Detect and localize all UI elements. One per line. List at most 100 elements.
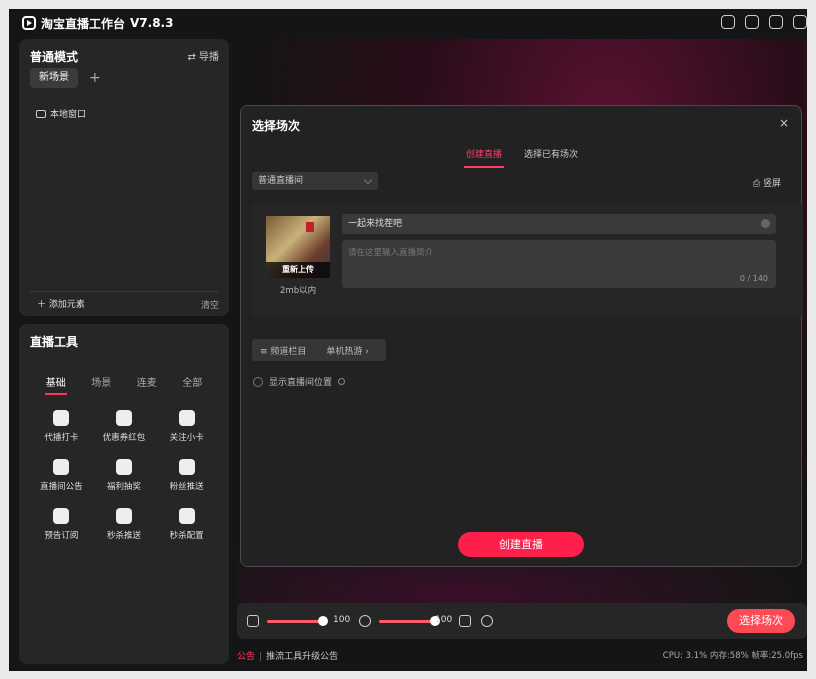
app-version: V7.8.3 — [130, 16, 174, 30]
more-icon[interactable] — [793, 15, 807, 29]
notice-text[interactable]: 推流工具升级公告 — [266, 652, 338, 662]
tool-grid: 代播打卡 优惠券红包 关注小卡 直播间公告 福利抽奖 粉丝推送 预告订阅 秒杀推… — [30, 410, 218, 541]
tools-panel: 直播工具 基础 场景 连麦 全部 代播打卡 优惠券红包 关注小卡 直播间公告 福… — [19, 324, 229, 664]
cover-image[interactable]: 重新上传 — [266, 216, 330, 278]
intro-char-count: 0 / 140 — [739, 274, 768, 283]
tool-checkin[interactable]: 代播打卡 — [30, 410, 93, 443]
speaker-icon[interactable] — [247, 615, 259, 627]
notice-bar[interactable]: 公告 | 推流工具升级公告 — [237, 649, 338, 662]
guide-label: 导播 — [199, 52, 219, 63]
mic-volume-slider[interactable] — [379, 620, 435, 623]
tab-scene[interactable]: 场景 — [91, 374, 111, 395]
tab-select-existing[interactable]: 选择已有场次 — [524, 147, 578, 168]
scene-tab-new[interactable]: 新场景 — [30, 68, 78, 88]
channel-select[interactable]: ≡ 频道栏目 单机热游 › — [252, 339, 386, 361]
dialog-title: 选择场次 — [252, 119, 301, 133]
create-live-button[interactable]: 创建直播 — [458, 532, 584, 557]
speaker-volume-slider[interactable] — [267, 620, 323, 623]
tool-label: 粉丝推送 — [169, 482, 204, 492]
tool-follow-card[interactable]: 关注小卡 — [155, 410, 218, 443]
help-icon[interactable] — [338, 378, 346, 385]
tool-label: 关注小卡 — [169, 433, 204, 443]
tool-preview-subscribe[interactable]: 预告订阅 — [30, 508, 93, 541]
tool-label: 秒杀推送 — [106, 531, 141, 541]
lightning-gear-icon — [178, 508, 195, 524]
speaker-volume-value: 100 — [333, 615, 351, 625]
close-icon[interactable]: × — [779, 116, 789, 130]
equalizer-icon[interactable] — [459, 615, 471, 627]
share-icon — [178, 459, 195, 475]
app-title: 淘宝直播工作台 — [41, 16, 126, 31]
channel-value: 单机热游 › — [326, 346, 369, 357]
cover-decoration — [306, 222, 314, 232]
title-bar: 淘宝直播工作台 V7.8.3 — [9, 9, 807, 37]
tool-label: 预告订阅 — [44, 531, 79, 541]
tool-flash-sale-push[interactable]: 秒杀推送 — [93, 508, 156, 541]
show-location-option[interactable]: 显示直播间位置 — [253, 375, 346, 388]
bottom-control-bar: 100 100 选择场次 — [237, 603, 807, 639]
channel-value-text: 单机热游 — [326, 346, 363, 357]
live-intro-textarea[interactable]: 请在这里输入直播简介 0 / 140 — [342, 240, 776, 288]
tab-all[interactable]: 全部 — [182, 374, 202, 395]
clear-input-icon[interactable] — [761, 219, 770, 228]
live-title-input[interactable]: 一起来找茬吧 — [342, 214, 776, 234]
message-icon[interactable] — [745, 15, 759, 29]
reupload-button[interactable]: 重新上传 — [266, 262, 330, 278]
coupon-icon — [115, 410, 132, 426]
room-type-select[interactable]: 普通直播间 — [252, 172, 378, 190]
tab-create-live[interactable]: 创建直播 — [463, 147, 504, 168]
select-session-dialog: 选择场次 × 创建直播 选择已有场次 普通直播间 ⎙ 竖屏 重新上传 2mb以内… — [240, 105, 803, 567]
show-location-radio[interactable] — [253, 376, 263, 387]
microphone-icon[interactable] — [359, 615, 371, 627]
notice-separator: | — [259, 652, 263, 662]
home-icon[interactable] — [721, 15, 735, 29]
window-icon — [36, 109, 46, 118]
tool-lottery[interactable]: 福利抽奖 — [93, 459, 156, 492]
show-location-label: 显示直播间位置 — [269, 378, 333, 388]
clock-icon — [53, 508, 70, 524]
tool-coupon[interactable]: 优惠券红包 — [93, 410, 156, 443]
tab-basic[interactable]: 基础 — [44, 374, 67, 395]
tool-label: 优惠券红包 — [102, 433, 146, 443]
cover-size-hint: 2mb以内 — [280, 286, 317, 296]
scene-panel: 普通模式 ⇄ 导播 新场景 + 本地窗口 ＋ 添加元素 清空 — [19, 39, 229, 316]
tool-label: 代播打卡 — [44, 433, 79, 443]
divider — [30, 291, 218, 292]
broadcast-icon — [178, 410, 195, 426]
tools-tabs: 基础 场景 连麦 全部 — [19, 374, 229, 395]
source-item-local-window[interactable]: 本地窗口 — [36, 107, 86, 120]
tool-fan-push[interactable]: 粉丝推送 — [155, 459, 218, 492]
orientation-label: 竖屏 — [762, 179, 781, 189]
clear-button[interactable]: 清空 — [201, 298, 219, 311]
live-title-value: 一起来找茬吧 — [348, 219, 403, 229]
add-element-label: 添加元素 — [48, 300, 85, 310]
settings-icon[interactable] — [481, 615, 493, 627]
tools-panel-title: 直播工具 — [30, 335, 79, 349]
guide-button[interactable]: ⇄ 导播 — [187, 48, 219, 63]
checkin-icon — [53, 410, 70, 426]
headset-icon[interactable] — [769, 15, 783, 29]
tool-flash-sale-config[interactable]: 秒杀配置 — [155, 508, 218, 541]
notice-label: 公告 — [237, 652, 256, 662]
tab-co-stream[interactable]: 连麦 — [137, 374, 157, 395]
play-logo-icon — [22, 16, 36, 30]
orientation-toggle[interactable]: ⎙ 竖屏 — [753, 176, 781, 189]
channel-label-text: 频道栏目 — [270, 346, 307, 357]
lightning-icon — [115, 508, 132, 524]
speaker-volume-knob[interactable] — [318, 616, 328, 626]
app-window: 淘宝直播工作台 V7.8.3 普通模式 ⇄ 导播 新场景 + 本地窗口 ＋ 添加… — [9, 9, 807, 671]
gift-icon — [115, 459, 132, 475]
tool-label: 直播间公告 — [40, 482, 83, 492]
live-info-card: 重新上传 2mb以内 一起来找茬吧 请在这里输入直播简介 0 / 140 — [252, 204, 803, 316]
mic-volume-value: 100 — [435, 615, 453, 625]
intro-placeholder: 请在这里输入直播简介 — [348, 248, 434, 258]
tool-label: 秒杀配置 — [169, 531, 204, 541]
performance-status: CPU: 3.1% 内存:58% 帧率:25.0fps — [662, 651, 803, 661]
tool-announcement[interactable]: 直播间公告 — [30, 459, 93, 492]
speaker-icon — [53, 459, 70, 475]
dialog-tabs: 创建直播 选择已有场次 — [241, 147, 801, 168]
app-logo: 淘宝直播工作台 V7.8.3 — [22, 15, 173, 32]
add-scene-icon[interactable]: + — [89, 68, 101, 88]
select-session-button[interactable]: 选择场次 — [727, 609, 795, 633]
add-element-button[interactable]: ＋ 添加元素 — [37, 297, 85, 310]
